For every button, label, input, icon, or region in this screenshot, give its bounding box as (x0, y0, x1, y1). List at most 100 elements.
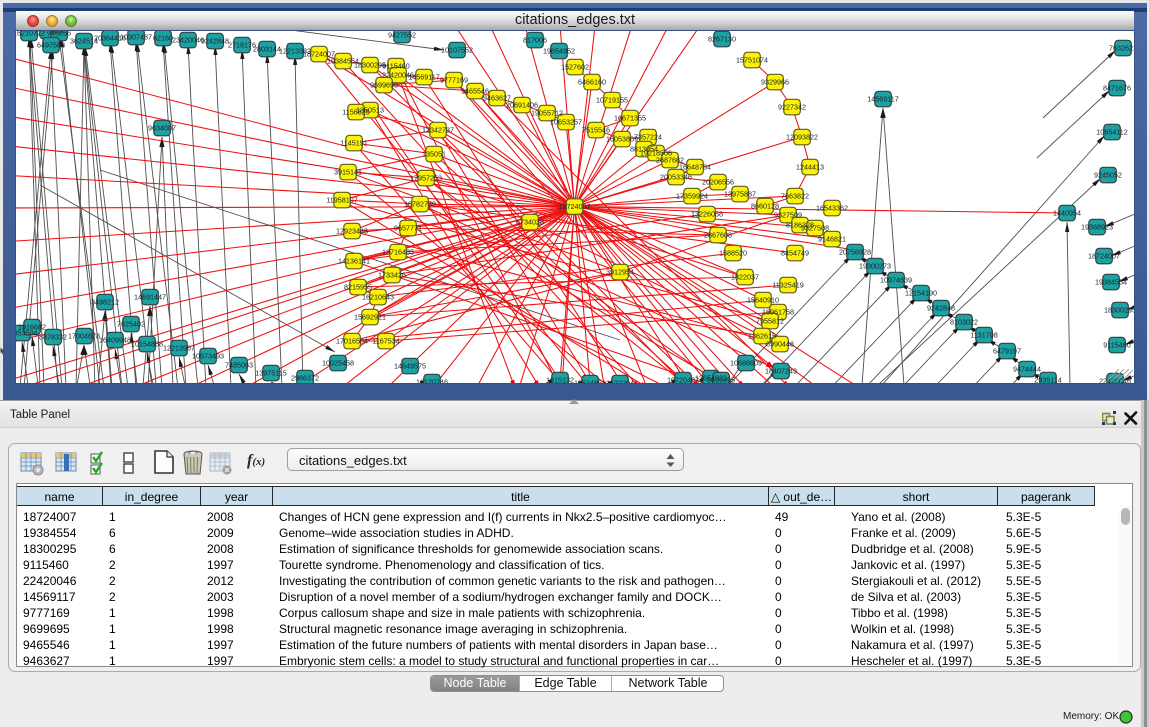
svg-text:10974639: 10974639 (880, 276, 912, 285)
svg-text:1131708: 1131708 (970, 331, 997, 340)
svg-text:12213967: 12213967 (163, 344, 195, 353)
svg-text:13226058: 13226058 (691, 210, 723, 219)
svg-text:9327509: 9327509 (774, 211, 802, 220)
svg-text:10653257: 10653257 (550, 118, 582, 127)
svg-text:11325419: 11325419 (772, 281, 803, 290)
svg-text:17359924: 17359924 (676, 192, 708, 201)
svg-text:1440954: 1440954 (1053, 209, 1081, 218)
svg-text:1527602: 1527602 (561, 63, 589, 72)
svg-text:20053346: 20053346 (660, 173, 692, 182)
svg-text:8267130: 8267130 (708, 35, 736, 44)
svg-text:13975887: 13975887 (724, 190, 756, 199)
svg-text:1916682: 1916682 (18, 323, 46, 332)
svg-text:9227342: 9227342 (778, 103, 806, 112)
svg-text:18407249: 18407249 (765, 367, 797, 376)
svg-text:15640910: 15640910 (747, 296, 779, 305)
svg-text:12923448: 12923448 (336, 227, 368, 236)
svg-text:14691447: 14691447 (134, 293, 166, 302)
svg-text:15751074: 15751074 (736, 56, 768, 65)
svg-text:17016504: 17016504 (336, 337, 368, 346)
svg-text:9657771: 9657771 (394, 224, 422, 233)
svg-text:18724007: 18724007 (1088, 252, 1120, 261)
svg-text:8454749: 8454749 (781, 249, 809, 258)
svg-text:14569117: 14569117 (408, 73, 439, 82)
svg-text:16782759: 16782759 (404, 200, 436, 209)
svg-text:13524851: 13524851 (574, 379, 606, 384)
svg-text:15692921: 15692921 (354, 313, 386, 322)
svg-text:3912954: 3912954 (606, 268, 634, 277)
svg-text:10688609: 10688609 (730, 359, 762, 368)
svg-text:1522204: 1522204 (606, 379, 634, 384)
svg-text:19384554: 19384554 (1095, 278, 1127, 287)
svg-text:1167534: 1167534 (372, 337, 399, 346)
svg-text:1145191: 1145191 (340, 139, 367, 148)
svg-text:135051: 135051 (422, 150, 446, 159)
svg-text:19388923: 19388923 (1081, 223, 1113, 232)
svg-text:16543362: 16543362 (816, 204, 848, 213)
svg-text:8990448: 8990448 (766, 340, 794, 349)
svg-text:1822037: 1822037 (731, 273, 759, 282)
svg-text:3915141: 3915141 (334, 168, 362, 177)
svg-text:6479197: 6479197 (993, 347, 1021, 356)
svg-text:8215955: 8215955 (344, 283, 372, 292)
svg-text:9327508: 9327508 (801, 224, 829, 233)
svg-text:12213382: 12213382 (279, 47, 311, 56)
svg-text:3498212: 3498212 (91, 298, 119, 307)
svg-text:14569117: 14569117 (867, 95, 898, 104)
svg-text:2803144: 2803144 (253, 45, 281, 54)
svg-text:9242848: 9242848 (927, 304, 955, 313)
svg-text:7515546: 7515546 (582, 126, 610, 135)
svg-text:7663822: 7663822 (781, 192, 809, 201)
svg-text:10973493: 10973493 (192, 352, 224, 361)
svg-text:16961758: 16961758 (762, 308, 794, 317)
svg-text:62160: 62160 (153, 34, 173, 43)
svg-text:6466160: 6466160 (578, 78, 606, 87)
svg-text:16210643: 16210643 (362, 293, 394, 302)
svg-text:20206556: 20206556 (702, 178, 734, 187)
svg-text:9115460: 9115460 (1103, 341, 1130, 350)
svg-text:12342737: 12342737 (422, 126, 454, 135)
svg-text:16120746: 16120746 (416, 378, 448, 384)
svg-text:8103022: 8103022 (950, 318, 978, 327)
svg-text:9242848: 9242848 (201, 37, 229, 46)
svg-text:6734028: 6734028 (516, 218, 544, 227)
svg-text:2718176: 2718176 (228, 41, 256, 50)
svg-text:17957253: 17957253 (410, 174, 442, 183)
svg-text:9146821: 9146821 (818, 235, 846, 244)
svg-text:10154808: 10154808 (131, 340, 163, 349)
svg-text:13716485: 13716485 (382, 248, 414, 257)
svg-text:11958107: 11958107 (326, 196, 357, 205)
svg-text:19300273: 19300273 (859, 262, 891, 271)
svg-text:9427552: 9427552 (388, 31, 416, 40)
svg-text:16648784: 16648784 (679, 163, 711, 172)
svg-text:746266: 746266 (47, 31, 71, 38)
svg-text:8660128: 8660128 (751, 202, 779, 211)
svg-text:19654952: 19654952 (543, 47, 575, 56)
svg-text:6497568: 6497568 (37, 41, 65, 50)
svg-text:20756928: 20756928 (839, 248, 871, 257)
svg-text:13975115: 13975115 (255, 369, 286, 378)
svg-text:12093822: 12093822 (786, 133, 818, 142)
svg-text:1588520: 1588520 (719, 249, 747, 258)
svg-text:18300295: 18300295 (1104, 306, 1134, 315)
svg-text:17004678: 17004678 (68, 332, 100, 341)
svg-text:16409948: 16409948 (99, 336, 131, 345)
svg-text:7625402: 7625402 (117, 320, 145, 329)
svg-text:7485063: 7485063 (225, 361, 253, 370)
svg-text:9115460: 9115460 (382, 62, 409, 71)
svg-text:9329966: 9329966 (761, 78, 789, 87)
svg-text:10107552: 10107552 (441, 46, 473, 55)
svg-text:16671355: 16671355 (614, 114, 646, 123)
svg-text:18300295: 18300295 (354, 61, 386, 70)
svg-text:1244413: 1244413 (796, 163, 824, 172)
svg-text:8699695: 8699695 (707, 376, 735, 384)
svg-text:2867608: 2867608 (704, 231, 732, 240)
svg-text:12154190: 12154190 (905, 289, 937, 298)
svg-text:7955812: 7955812 (756, 317, 784, 326)
svg-text:23420046: 23420046 (172, 36, 204, 45)
svg-text:1733426: 1733426 (378, 271, 406, 280)
svg-text:9634007: 9634007 (148, 124, 176, 133)
svg-text:9777169: 9777169 (440, 76, 468, 85)
svg-text:14136141: 14136141 (338, 257, 370, 266)
svg-text:9474444: 9474444 (1013, 365, 1041, 374)
